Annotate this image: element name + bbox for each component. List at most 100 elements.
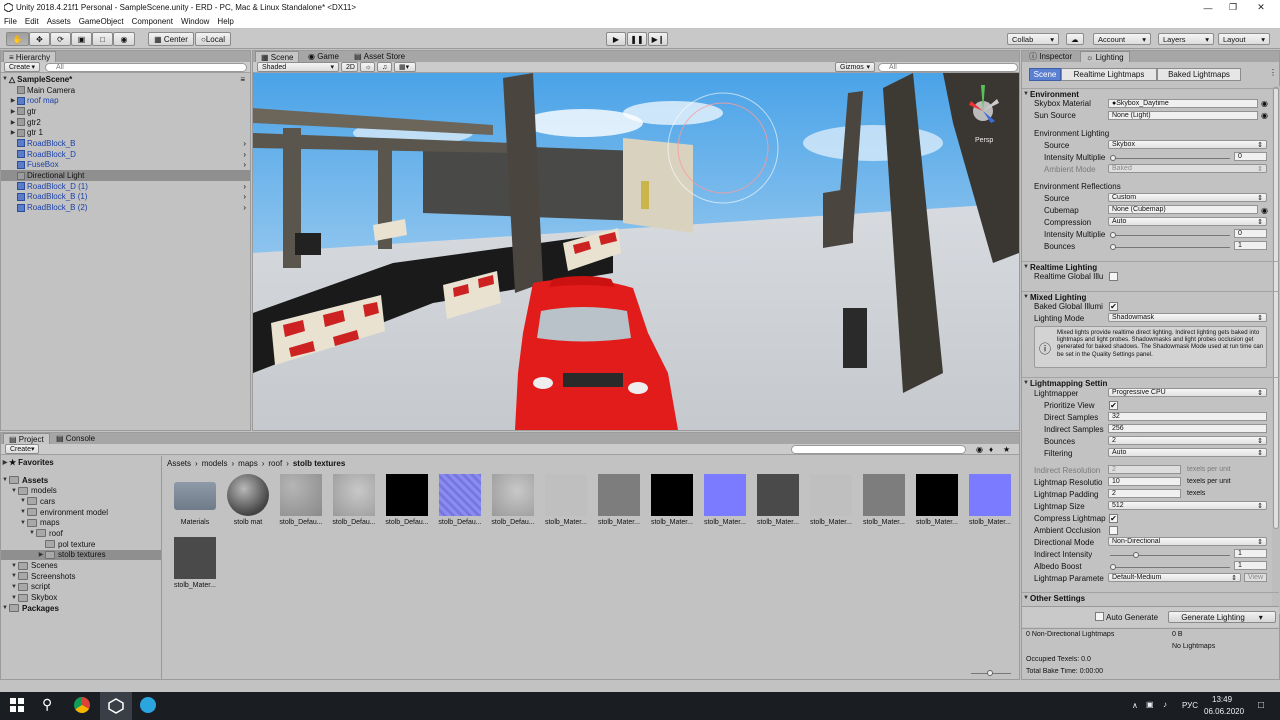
asset-item[interactable]: stolb_Mater...: [754, 474, 802, 526]
env-source-dropdown[interactable]: Skybox ⇕: [1108, 140, 1267, 149]
folder-tree-item[interactable]: ▼ Screenshots: [1, 571, 161, 582]
chevron-right-icon[interactable]: ›: [243, 203, 246, 212]
expand-arrow-icon[interactable]: ▼: [10, 595, 18, 601]
refl-source-dropdown[interactable]: Custom ⇕: [1108, 193, 1267, 202]
albedo-boost-field[interactable]: 1: [1234, 561, 1267, 570]
asset-item[interactable]: stolb_Defau...: [330, 474, 378, 526]
asset-item[interactable]: stolb_Mater...: [913, 474, 961, 526]
transform-tool-icon[interactable]: ◉: [113, 32, 135, 46]
intensity-field[interactable]: 0: [1234, 152, 1267, 161]
move-tool-icon[interactable]: ✥: [29, 32, 50, 46]
breadcrumb-models[interactable]: models: [202, 459, 228, 468]
tray-network-icon[interactable]: ▣: [1146, 700, 1154, 709]
cloud-icon[interactable]: ☁: [1066, 33, 1084, 45]
clock-time[interactable]: 13:49: [1212, 695, 1232, 704]
breadcrumb-roof[interactable]: roof: [268, 459, 282, 468]
hierarchy-item[interactable]: RoadBlock_B ›: [1, 138, 250, 149]
generate-lighting-button[interactable]: Generate Lighting ▾: [1168, 611, 1276, 623]
auto-generate-checkbox[interactable]: [1095, 612, 1104, 621]
albedo-boost-slider[interactable]: [1110, 564, 1230, 570]
chevron-right-icon[interactable]: ›: [243, 139, 246, 148]
menu-component[interactable]: Component: [128, 17, 177, 26]
project-search-input[interactable]: [791, 445, 966, 454]
realtime-lighting-header[interactable]: ▼ Realtime Lighting: [1022, 261, 1279, 272]
tray-chevron-icon[interactable]: ∧: [1132, 701, 1138, 710]
intensity-slider[interactable]: [1110, 155, 1230, 161]
expand-arrow-icon[interactable]: ▼: [19, 498, 27, 504]
mode-2d-button[interactable]: 2D: [341, 62, 358, 72]
hierarchy-item[interactable]: RoadBlock_B (2) ›: [1, 202, 250, 213]
tab-hierarchy[interactable]: ≡ Hierarchy: [3, 51, 57, 62]
skybox-field[interactable]: ● Skybox_Daytime: [1108, 99, 1258, 108]
shading-mode-dropdown[interactable]: Shaded ▾: [257, 62, 339, 72]
chevron-right-icon[interactable]: ›: [243, 182, 246, 191]
asset-item[interactable]: stolb_Mater...: [807, 474, 855, 526]
lightmapper-dropdown[interactable]: Progressive CPU ⇕: [1108, 388, 1267, 397]
zoom-slider-knob[interactable]: [987, 670, 993, 676]
lighting-mode-dropdown[interactable]: Shadowmask ⇕: [1108, 313, 1267, 322]
view-params-button[interactable]: View: [1244, 573, 1267, 582]
pivot-local-button[interactable]: ○ Local: [195, 32, 231, 46]
persp-label[interactable]: Persp: [975, 137, 993, 144]
gizmos-dropdown[interactable]: Gizmos ▾: [835, 62, 875, 72]
asset-item[interactable]: stolb_Mater...: [966, 474, 1014, 526]
expand-arrow-icon[interactable]: ▼: [10, 573, 18, 579]
ambient-mode-dropdown[interactable]: Baked ⇕: [1108, 164, 1267, 173]
folder-tree-item[interactable]: ▼ cars: [1, 496, 161, 507]
search-icon[interactable]: ⚲: [42, 696, 52, 713]
notification-icon[interactable]: □: [1258, 700, 1264, 711]
realtime-gi-checkbox[interactable]: [1109, 272, 1118, 281]
hierarchy-create-dropdown[interactable]: Create ▾: [4, 62, 40, 72]
folder-tree-item[interactable]: ▼ roof: [1, 528, 161, 539]
asset-item[interactable]: stolb_Mater...: [701, 474, 749, 526]
folder-tree-item[interactable]: ▼ Scenes: [1, 560, 161, 571]
indirect-intensity-slider[interactable]: [1110, 552, 1230, 558]
label-icon[interactable]: ♦: [989, 445, 993, 454]
lighting-scrollbar[interactable]: [1272, 86, 1280, 614]
asset-item[interactable]: stolb_Defau...: [383, 474, 431, 526]
scene-search-input[interactable]: All: [878, 63, 1018, 72]
tab-project[interactable]: ▤ Project: [3, 433, 50, 444]
account-dropdown[interactable]: Account ▾: [1093, 33, 1151, 45]
lightmap-resolution-field[interactable]: 10: [1108, 477, 1181, 486]
directional-mode-dropdown[interactable]: Non-Directional ⇕: [1108, 537, 1267, 546]
unity-taskbar-icon[interactable]: [100, 692, 132, 720]
expand-arrow-icon[interactable]: ▶: [9, 129, 17, 136]
menu-window[interactable]: Window: [177, 17, 213, 26]
project-create-dropdown[interactable]: Create ▾: [5, 444, 39, 454]
folder-tree-item[interactable]: ▼ Skybox: [1, 592, 161, 603]
refl-intensity-slider-knob[interactable]: [1110, 232, 1116, 238]
object-picker-icon[interactable]: ◉: [1261, 206, 1268, 215]
tab-console[interactable]: ▤ Console: [51, 433, 100, 444]
tab-lighting[interactable]: ☼ Lighting: [1080, 51, 1130, 62]
star-icon[interactable]: ★: [1003, 445, 1010, 454]
expand-arrow-icon[interactable]: ▶: [9, 108, 17, 115]
favorites-item[interactable]: ▶ ★ Favorites: [1, 456, 161, 467]
hierarchy-item[interactable]: RoadBlock_D (1) ›: [1, 181, 250, 192]
expand-arrow-icon[interactable]: ▼: [28, 530, 36, 536]
layers-dropdown[interactable]: Layers ▾: [1158, 33, 1214, 45]
indirect-intensity-slider-knob[interactable]: [1132, 552, 1139, 558]
clock-date[interactable]: 06.06.2020: [1204, 707, 1244, 716]
hierarchy-item[interactable]: FuseBox ›: [1, 160, 250, 171]
filtering-dropdown[interactable]: Auto ⇕: [1108, 448, 1267, 457]
asset-item[interactable]: stolb_Mater...: [860, 474, 908, 526]
folder-tree-item[interactable]: ▶ stolb textures: [1, 549, 161, 561]
scrollbar-thumb[interactable]: [1273, 87, 1279, 529]
folder-tree-item[interactable]: ▼ environment model: [1, 507, 161, 518]
cubemap-field[interactable]: None (Cubemap): [1108, 205, 1258, 214]
mixed-lighting-header[interactable]: ▼ Mixed Lighting: [1022, 291, 1279, 302]
step-icon[interactable]: ▶❙: [648, 32, 668, 46]
menu-help[interactable]: Help: [213, 17, 237, 26]
breadcrumb-assets[interactable]: Assets: [167, 459, 191, 468]
tab-inspector[interactable]: ⓘ Inspector: [1024, 51, 1077, 62]
expand-arrow-icon[interactable]: ▶: [9, 97, 17, 104]
indirect-samples-field[interactable]: 256: [1108, 424, 1267, 433]
hierarchy-item[interactable]: ▶ gtr: [1, 106, 250, 117]
refl-intensity-field[interactable]: 0: [1234, 229, 1267, 238]
subtab-realtime-lightmaps[interactable]: Realtime Lightmaps: [1061, 68, 1157, 81]
other-settings-header[interactable]: ▼ Other Settings: [1022, 592, 1279, 603]
menu-edit[interactable]: Edit: [21, 17, 43, 26]
refl-bounces-field[interactable]: 1: [1234, 241, 1267, 250]
folder-tree-item[interactable]: ▼ Packages: [1, 603, 161, 614]
